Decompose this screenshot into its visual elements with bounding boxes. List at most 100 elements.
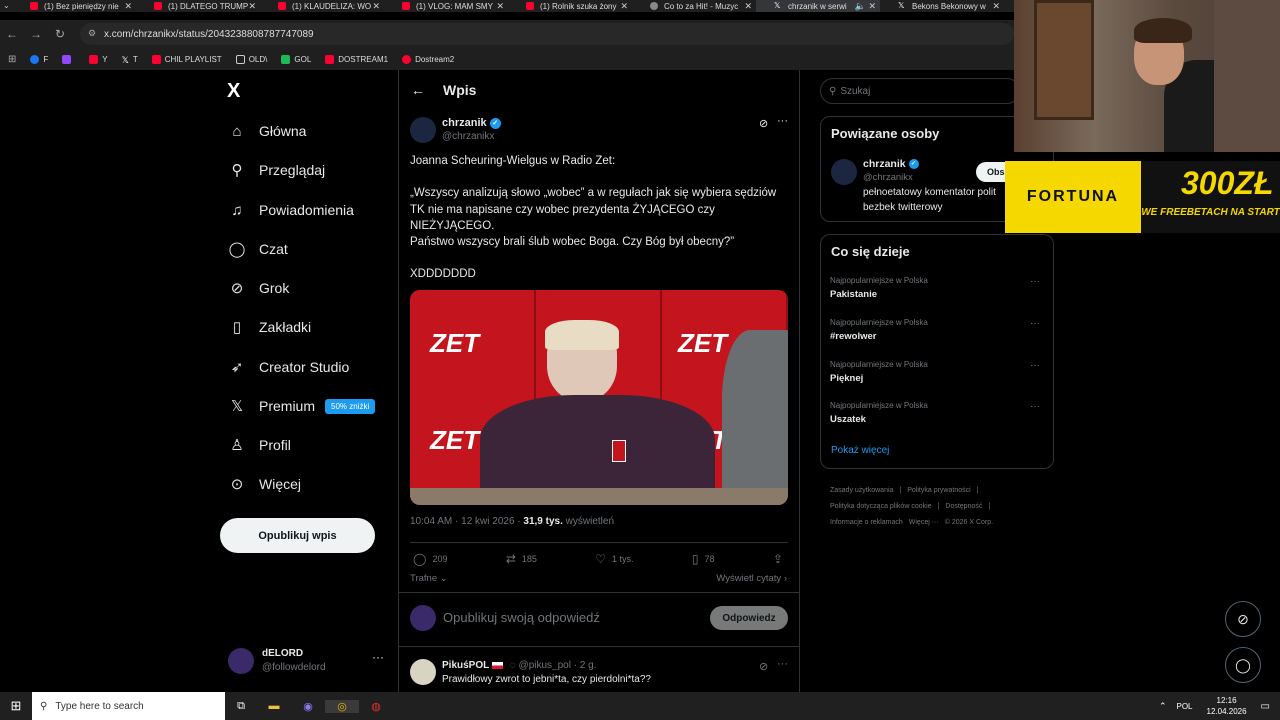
post-timestamp[interactable]: 10:04 AM · 12 kwi 2026 · (410, 516, 521, 527)
bookmark-item[interactable]: 𝕏T (122, 55, 138, 65)
forward-icon[interactable]: → (24, 27, 48, 41)
bookmark-item[interactable]: F (30, 54, 48, 64)
close-tab-icon[interactable]: ✕ (620, 0, 628, 12)
bookmark-item[interactable]: OLD\ (235, 54, 267, 64)
sidebar-item-more[interactable]: ⊙ Więcej (227, 472, 301, 496)
more-dots-icon[interactable]: ··· (1030, 318, 1040, 329)
close-tab-icon[interactable]: ✕ (496, 0, 504, 12)
notification-icon[interactable]: ▭ (1261, 701, 1270, 712)
view-quotes-link[interactable]: Wyświetl cytaty › (716, 573, 787, 584)
more-dots-icon[interactable]: ··· (372, 650, 384, 664)
sidebar-item-profile[interactable]: ♙ Profil (227, 433, 291, 457)
post-video[interactable]: ZET ZET ZET ZET (410, 290, 788, 505)
discord-icon[interactable]: ◉ (291, 700, 325, 713)
close-tab-icon[interactable]: ✕ (372, 0, 380, 12)
tab-list-button[interactable]: ⌄ (0, 0, 12, 12)
more-dots-icon[interactable]: ··· (777, 115, 788, 127)
x-logo-icon[interactable]: X (227, 80, 240, 103)
close-tab-icon[interactable]: ✕ (868, 0, 876, 12)
sidebar-item-notifications[interactable]: ♫ Powiadomienia (227, 198, 354, 222)
speaker-icon[interactable]: 🔈 (855, 0, 866, 12)
browser-tab[interactable]: (1) KLAUDELIZA: WO ✕ (260, 0, 384, 12)
show-more-link[interactable]: Pokaż więcej (831, 445, 889, 456)
author-name-row[interactable]: chrzanik ✓ (442, 117, 501, 129)
obs-icon[interactable]: ◍ (359, 700, 393, 713)
sidebar-item-chat[interactable]: ◯ Czat (227, 237, 288, 261)
file-explorer-icon[interactable]: ▬ (257, 700, 291, 712)
sidebar-item-grok[interactable]: ⊘ Grok (227, 276, 290, 300)
reload-icon[interactable]: ↻ (48, 27, 72, 41)
account-switcher[interactable]: dELORD @followdelord ··· (228, 646, 388, 678)
grok-icon[interactable]: ⊘ (759, 117, 768, 130)
chrome-icon[interactable]: ◎ (325, 699, 359, 713)
divider (410, 542, 788, 543)
tray-chevron-icon[interactable]: ⌃ (1159, 701, 1167, 712)
close-tab-icon[interactable]: ✕ (248, 0, 256, 12)
browser-tab[interactable]: (1) Rolnik szuka żony ✕ (508, 0, 632, 12)
close-tab-icon[interactable]: ✕ (744, 0, 752, 12)
repost-button[interactable]: ⇄ 185 (506, 551, 537, 567)
sidebar-item-premium[interactable]: 𝕏 Premium 50% zniżki (227, 394, 376, 418)
browser-tab-active[interactable]: 𝕏chrzanik w serwi 🔈 ✕ (756, 0, 880, 12)
clock[interactable]: 12:16 12.04.2026 (1207, 695, 1247, 717)
footer-more-link[interactable]: Więcej ··· (909, 519, 939, 526)
browser-tab[interactable]: (1) DLATEGO TRUMP ✕ (136, 0, 260, 12)
related-avatar[interactable] (831, 159, 857, 185)
browser-tab[interactable]: (1) VLOG: MAM SMY ✕ (384, 0, 508, 12)
apps-grid-icon[interactable]: ⊞ (8, 54, 16, 65)
footer-link[interactable]: Informacje o reklamach (830, 519, 903, 526)
close-tab-icon[interactable]: ✕ (124, 0, 132, 12)
chat-fab[interactable]: ◯ (1225, 647, 1261, 683)
grok-fab[interactable]: ⊘ (1225, 601, 1261, 637)
related-name-row[interactable]: chrzanik ✓ (863, 158, 919, 170)
site-info-icon[interactable]: ⚙ (88, 28, 96, 39)
reply-button[interactable]: ◯ 209 (413, 551, 447, 567)
more-dots-icon[interactable]: ··· (777, 658, 788, 670)
share-button[interactable]: ⇪ (773, 551, 789, 567)
footer-link[interactable]: Polityka prywatności (907, 487, 970, 494)
language-indicator[interactable]: POL (1176, 702, 1192, 711)
taskbar-search-input[interactable]: ⚲ Type here to search (32, 692, 225, 720)
footer-link[interactable]: Zasady użytkowania (830, 487, 893, 494)
windows-start-icon[interactable]: ⊞ (0, 692, 32, 720)
footer-link[interactable]: Dostępność (945, 503, 982, 510)
more-dots-icon[interactable]: ··· (1030, 360, 1040, 371)
grok-icon[interactable]: ⊘ (759, 660, 768, 673)
reply-input[interactable]: Opublikuj swoją odpowiedź (443, 610, 600, 625)
bookmark-item[interactable]: Dostream2 (402, 54, 454, 64)
bookmark-item[interactable]: GOL (281, 54, 311, 64)
task-view-icon[interactable]: ⧉ (225, 700, 257, 713)
sidebar-item-bookmarks[interactable]: ▯ Zakładki (227, 315, 311, 339)
trend-item[interactable]: Najpopularniejsze w Polska Pięknej ··· (830, 360, 1040, 384)
like-button[interactable]: ♡ 1 tys. (595, 551, 633, 567)
sidebar-item-explore[interactable]: ⚲ Przeglądaj (227, 158, 326, 182)
bookmark-item[interactable]: Y (89, 54, 108, 64)
search-input[interactable]: ⚲ Szukaj (820, 78, 1020, 104)
trend-item[interactable]: Najpopularniejsze w Polska Uszatek ··· (830, 401, 1040, 425)
sidebar-item-creator-studio[interactable]: ➶ Creator Studio (227, 355, 350, 379)
url-bar[interactable]: ⚙ x.com/chrzanikx/status/204323880878774… (80, 23, 1014, 45)
browser-tab[interactable]: (1) Bez pieniędzy nie ✕ (12, 0, 136, 12)
comment-author-name[interactable]: PikuśPOL (442, 660, 489, 671)
background-wall (1214, 0, 1280, 152)
comment-avatar[interactable] (410, 659, 436, 685)
back-arrow-icon[interactable]: ← (411, 82, 425, 98)
more-dots-icon[interactable]: ··· (1030, 401, 1040, 412)
reply-submit-button[interactable]: Odpowiedz (710, 606, 788, 630)
trend-item[interactable]: Najpopularniejsze w Polska Pakistanie ··· (830, 276, 1040, 300)
footer-link[interactable]: Polityka dotycząca plików cookie (830, 503, 932, 510)
browser-tab[interactable]: 𝕏 Bekons Bekonowy w ✕ (880, 0, 1004, 12)
more-dots-icon[interactable]: ··· (1030, 276, 1040, 287)
sidebar-item-home[interactable]: ⌂ Główna (227, 119, 306, 143)
publish-post-button[interactable]: Opublikuj wpis (220, 518, 375, 553)
back-icon[interactable]: ← (0, 27, 24, 41)
author-avatar[interactable] (410, 117, 436, 143)
browser-tab[interactable]: Co to za Hit! - Muzyc ✕ (632, 0, 756, 12)
sort-dropdown[interactable]: Trafne ⌄ (410, 573, 448, 584)
close-tab-icon[interactable]: ✕ (992, 0, 1000, 12)
bookmark-item[interactable] (62, 54, 75, 64)
bookmark-button[interactable]: ▯ 78 (692, 551, 715, 567)
trend-item[interactable]: Najpopularniejsze w Polska #rewolwer ··· (830, 318, 1040, 342)
bookmark-item[interactable]: DOSTREAM1 (325, 54, 388, 64)
bookmark-item[interactable]: CHIL PLAYLIST (151, 54, 222, 64)
